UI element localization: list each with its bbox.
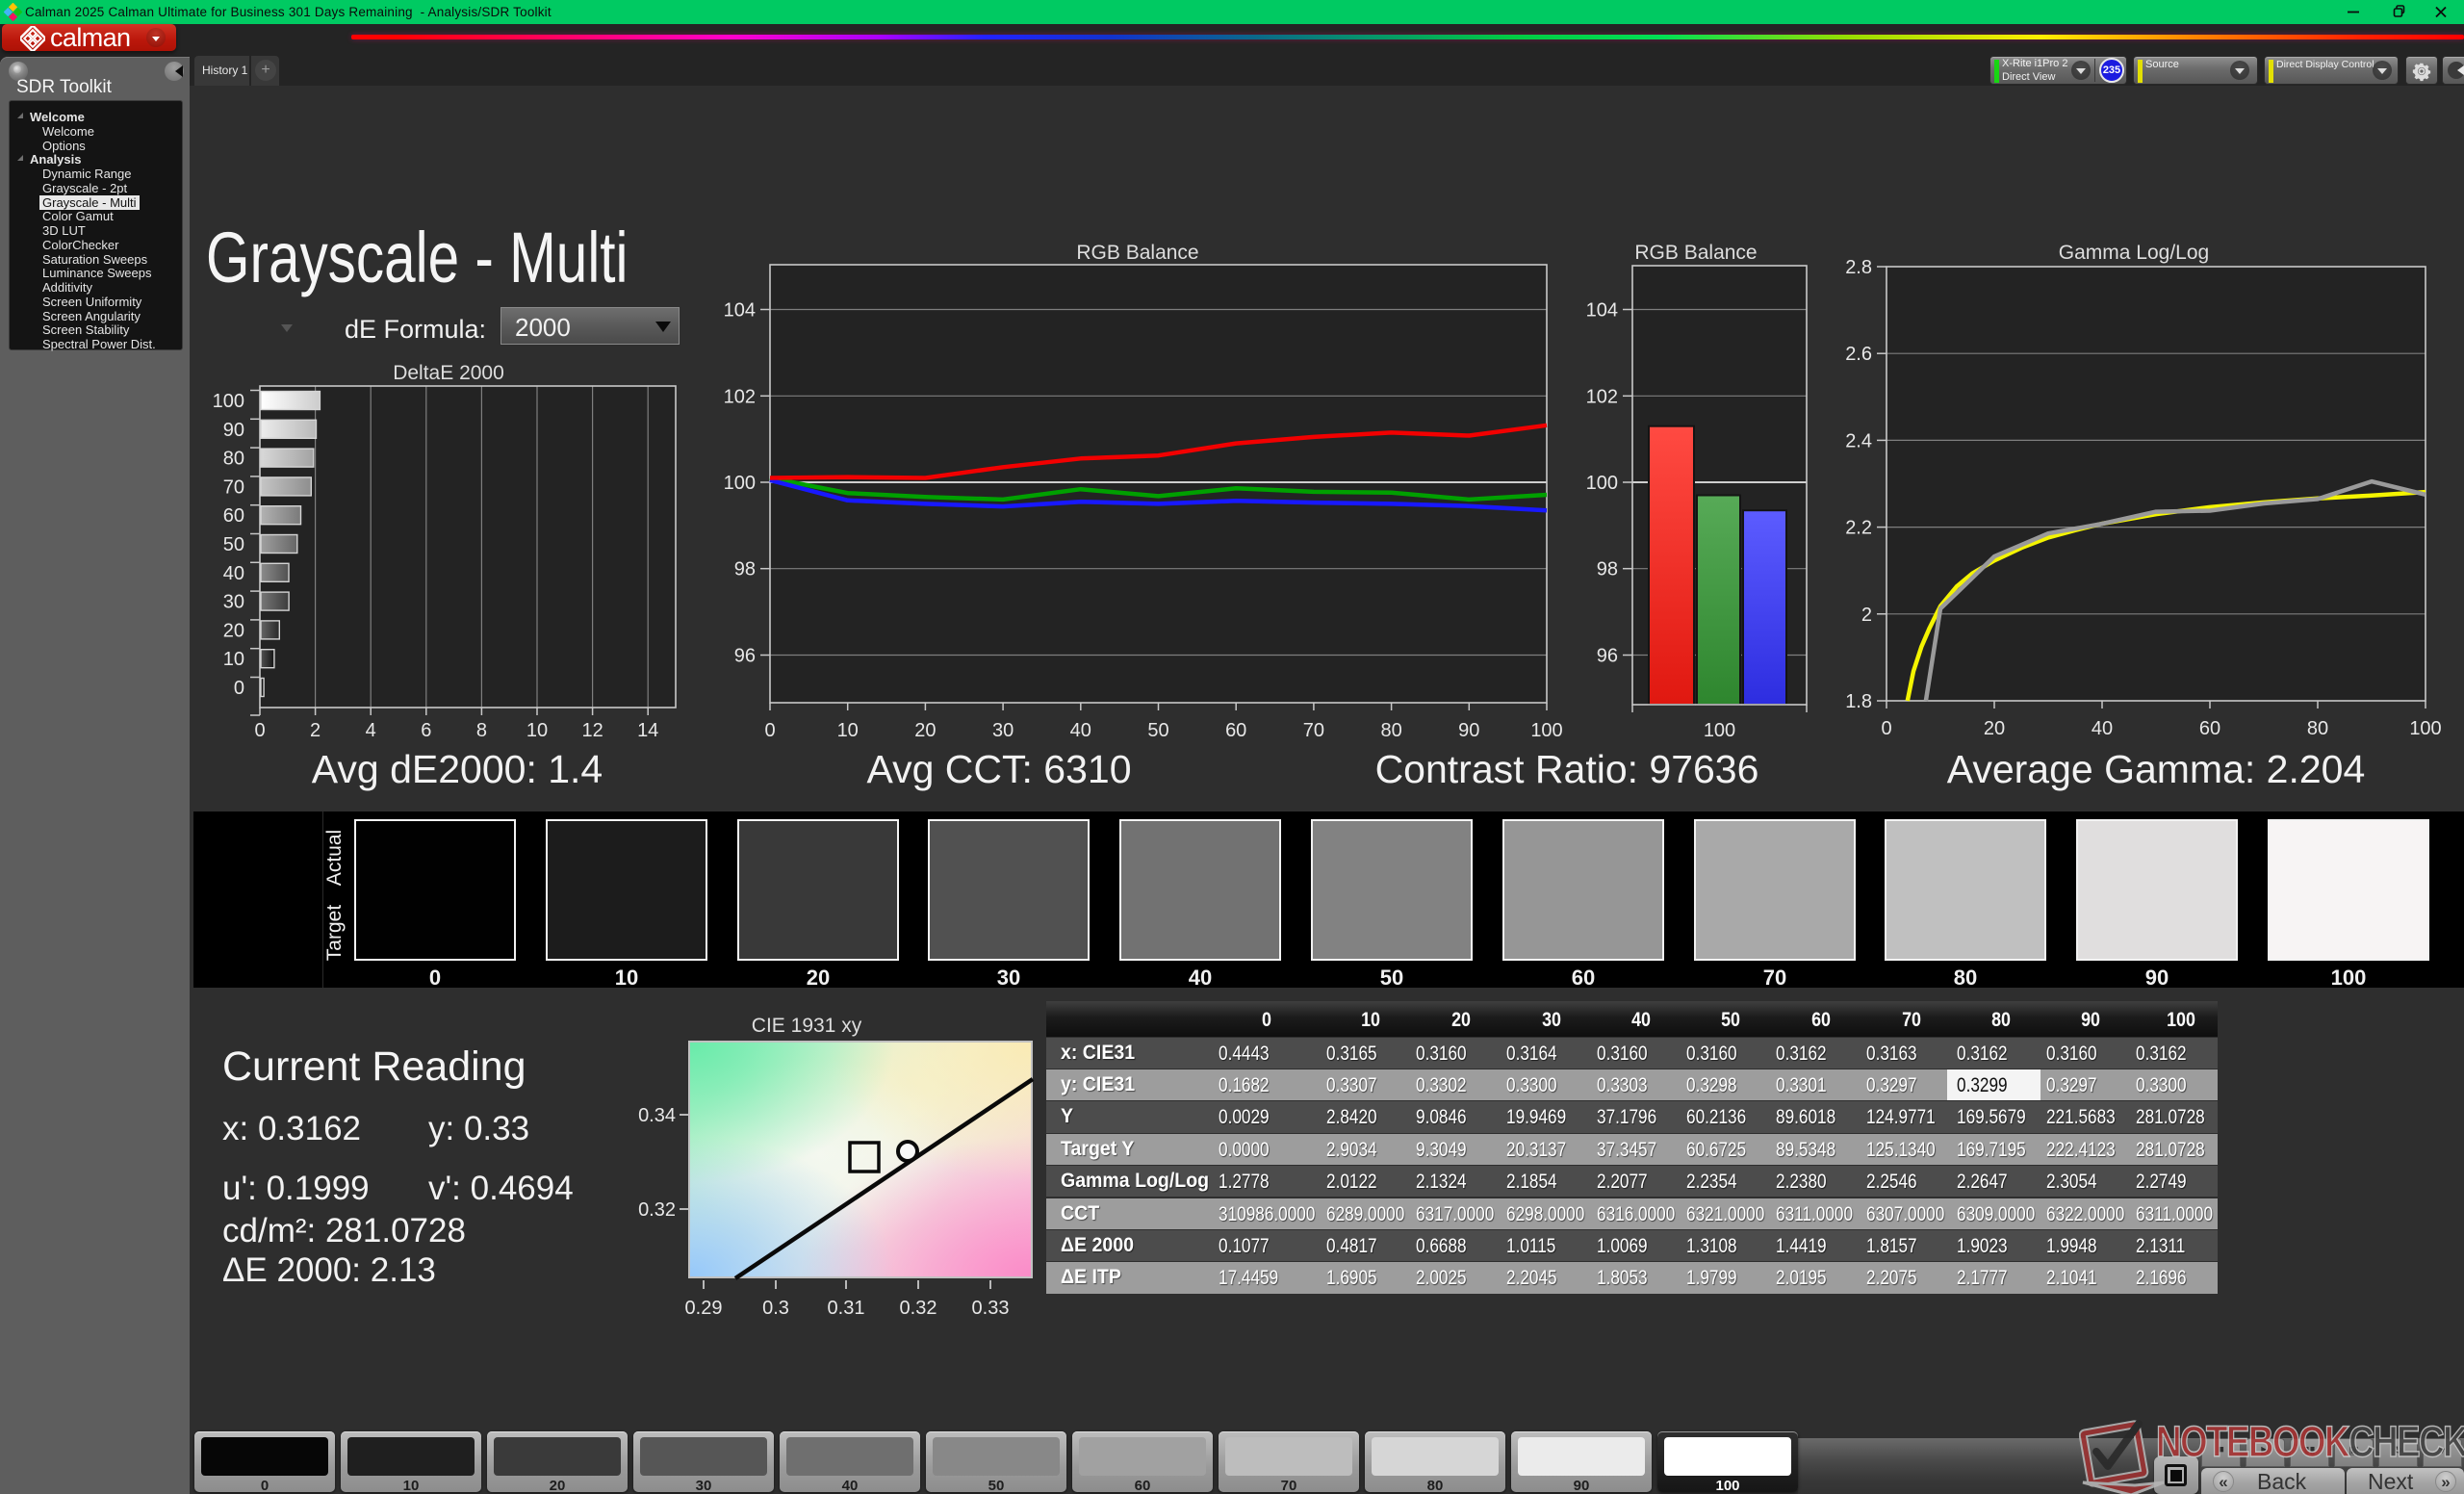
svg-text:60: 60 — [2199, 718, 2220, 739]
svg-text:CHECK: CHECK — [2348, 1418, 2464, 1466]
svg-text:2.6: 2.6 — [1845, 344, 1872, 365]
svg-text:10: 10 — [223, 649, 244, 670]
svg-text:NOTEBOOK: NOTEBOOK — [2156, 1418, 2350, 1466]
svg-text:104: 104 — [1586, 300, 1618, 322]
svg-text:Contrast Ratio: 97636: Contrast Ratio: 97636 — [1375, 747, 1759, 791]
svg-text:2.2: 2.2 — [1845, 518, 1872, 539]
svg-text:98: 98 — [734, 559, 756, 580]
svg-text:1.8: 1.8 — [1845, 691, 1872, 712]
svg-text:98: 98 — [1597, 559, 1618, 580]
svg-text:90: 90 — [1458, 720, 1479, 741]
svg-text:0.34: 0.34 — [638, 1105, 676, 1126]
svg-text:2: 2 — [1861, 605, 1872, 626]
svg-text:30: 30 — [992, 720, 1014, 741]
svg-text:50: 50 — [1147, 720, 1168, 741]
svg-text:20: 20 — [223, 620, 244, 641]
svg-text:96: 96 — [1597, 646, 1618, 667]
svg-text:Gamma Log/Log: Gamma Log/Log — [2059, 242, 2209, 264]
svg-text:10: 10 — [837, 720, 859, 741]
svg-text:14: 14 — [637, 720, 658, 741]
svg-text:2.8: 2.8 — [1845, 257, 1872, 278]
svg-text:40: 40 — [1070, 720, 1091, 741]
svg-text:100: 100 — [213, 391, 244, 412]
svg-text:80: 80 — [1380, 720, 1401, 741]
svg-text:0.32: 0.32 — [638, 1199, 676, 1221]
svg-text:12: 12 — [581, 720, 603, 741]
svg-text:10: 10 — [526, 720, 548, 741]
svg-text:0: 0 — [1881, 718, 1891, 739]
svg-text:60: 60 — [223, 505, 244, 527]
svg-text:20: 20 — [1984, 718, 2005, 739]
svg-text:0.32: 0.32 — [900, 1298, 937, 1319]
svg-text:0.31: 0.31 — [828, 1298, 865, 1319]
svg-text:2.4: 2.4 — [1845, 430, 1872, 451]
svg-text:96: 96 — [734, 646, 756, 667]
svg-text:70: 70 — [1303, 720, 1324, 741]
svg-text:20: 20 — [914, 720, 936, 741]
svg-text:100: 100 — [1704, 720, 1735, 741]
svg-text:RGB Balance: RGB Balance — [1634, 242, 1757, 264]
svg-text:Avg dE2000: 1.4: Avg dE2000: 1.4 — [312, 747, 603, 791]
svg-text:0: 0 — [234, 678, 244, 699]
svg-text:2: 2 — [310, 720, 321, 741]
svg-text:40: 40 — [2092, 718, 2113, 739]
svg-text:90: 90 — [223, 420, 244, 441]
svg-text:60: 60 — [1225, 720, 1246, 741]
svg-text:6: 6 — [421, 720, 431, 741]
svg-text:100: 100 — [724, 473, 756, 494]
svg-text:100: 100 — [1530, 720, 1562, 741]
svg-text:50: 50 — [223, 534, 244, 555]
svg-text:0.33: 0.33 — [972, 1298, 1010, 1319]
svg-text:Average Gamma: 2.204: Average Gamma: 2.204 — [1947, 747, 2366, 791]
svg-text:100: 100 — [2409, 718, 2441, 739]
svg-text:8: 8 — [476, 720, 487, 741]
svg-text:80: 80 — [2307, 718, 2328, 739]
svg-text:RGB Balance: RGB Balance — [1076, 242, 1198, 264]
svg-text:40: 40 — [223, 563, 244, 584]
svg-text:0: 0 — [764, 720, 775, 741]
svg-text:70: 70 — [223, 477, 244, 498]
svg-text:100: 100 — [1586, 473, 1618, 494]
svg-text:0.29: 0.29 — [685, 1298, 723, 1319]
svg-text:4: 4 — [366, 720, 376, 741]
svg-text:0: 0 — [254, 720, 265, 741]
svg-text:104: 104 — [724, 300, 756, 322]
svg-text:CIE 1931 xy: CIE 1931 xy — [752, 1015, 862, 1037]
svg-text:102: 102 — [1586, 386, 1618, 407]
svg-text:80: 80 — [223, 449, 244, 470]
svg-text:102: 102 — [724, 386, 756, 407]
svg-text:DeltaE 2000: DeltaE 2000 — [393, 362, 504, 384]
svg-text:0.3: 0.3 — [762, 1298, 789, 1319]
svg-text:Avg CCT: 6310: Avg CCT: 6310 — [866, 747, 1131, 791]
svg-text:30: 30 — [223, 592, 244, 613]
